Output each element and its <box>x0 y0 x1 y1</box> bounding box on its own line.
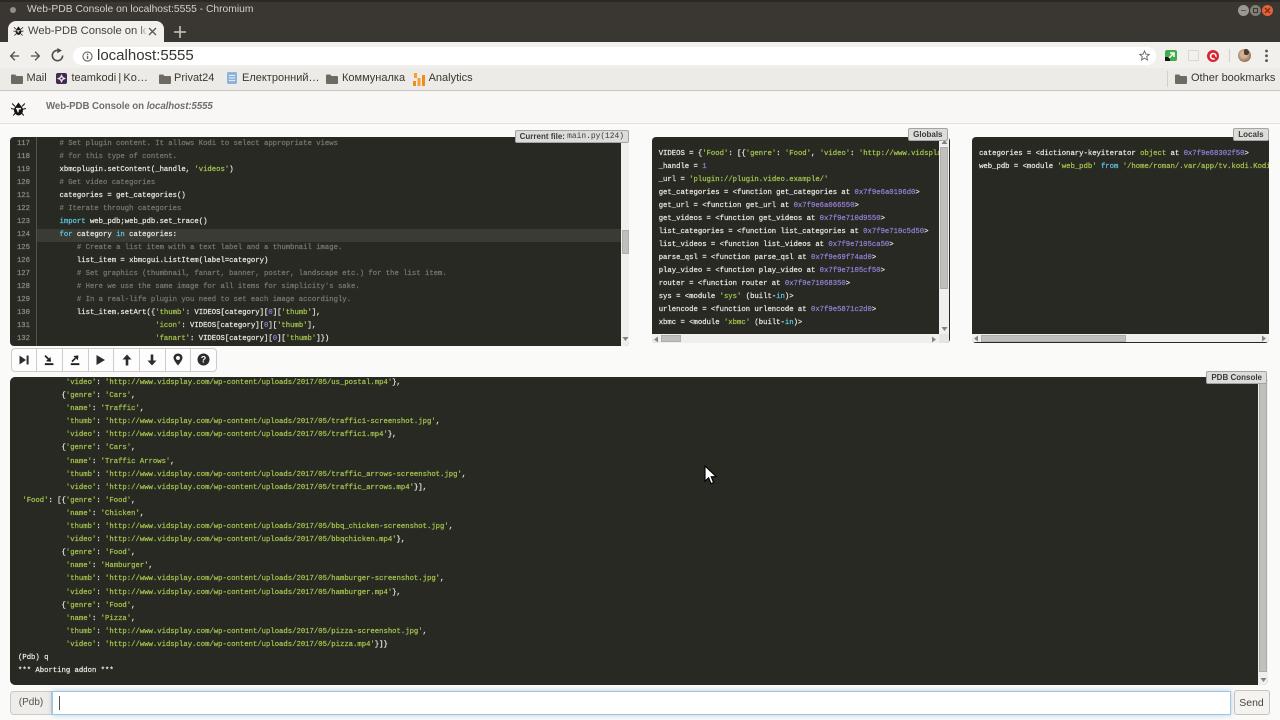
svg-text:?: ? <box>201 355 207 365</box>
